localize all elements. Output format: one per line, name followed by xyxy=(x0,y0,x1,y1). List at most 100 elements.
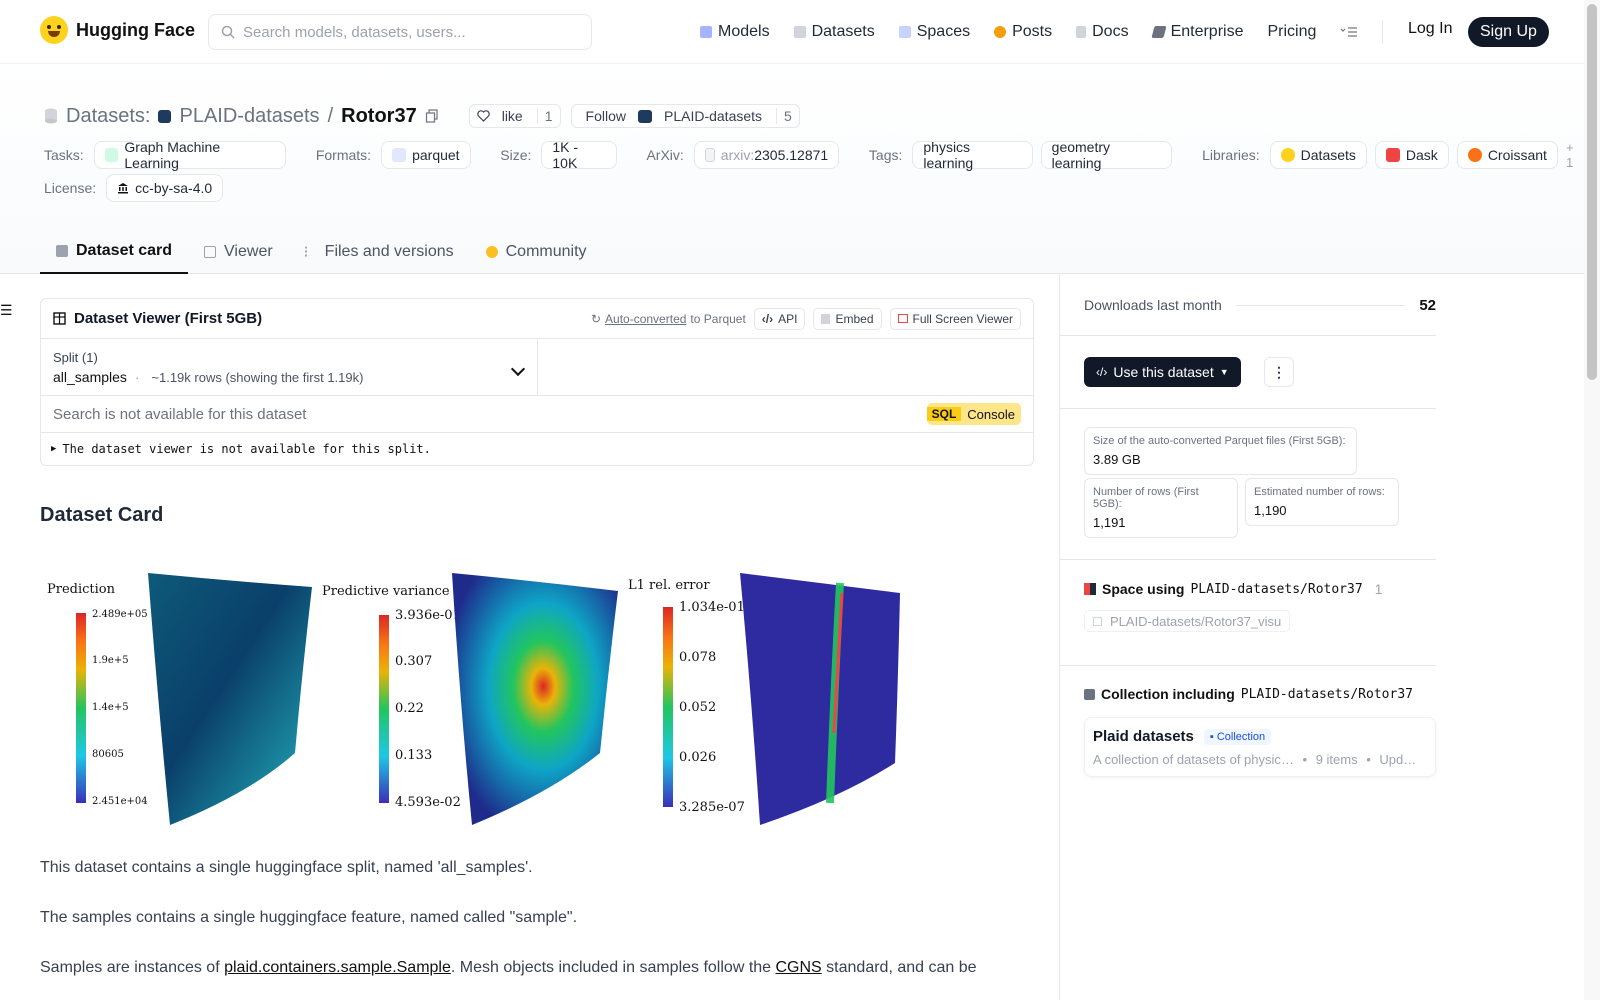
models-icon xyxy=(700,26,712,38)
sidebar-divider xyxy=(1060,408,1436,409)
code-icon: ‹/› xyxy=(761,311,774,326)
size-tag[interactable]: 1K - 10K xyxy=(541,139,617,171)
panel-3-tick-1: 0.078 xyxy=(679,650,716,665)
arxiv-label: ArXiv: xyxy=(646,147,684,163)
kebab-icon: ⋮ xyxy=(1272,363,1286,380)
tab-dataset-card[interactable]: Dataset card xyxy=(40,230,189,274)
fullscreen-button[interactable]: Full Screen Viewer xyxy=(889,307,1021,330)
tab-viewer[interactable]: Viewer xyxy=(188,230,289,274)
tab-files[interactable]: Files and versions xyxy=(289,230,470,274)
api-button[interactable]: ‹/› API xyxy=(753,307,806,330)
follow-button[interactable]: Follow PLAID-datasets 5 xyxy=(570,104,800,128)
org-avatar xyxy=(158,109,172,123)
rows-stat: Number of rows (First 5GB): 1,191 xyxy=(1084,478,1238,538)
tag-physics-learning[interactable]: physics learning xyxy=(912,139,1033,171)
panel-3-title: L1 rel. error xyxy=(628,578,710,593)
collection-card[interactable]: Plaid datasets ▪ Collection A collection… xyxy=(1084,717,1436,777)
panel-2-title: Predictive variance xyxy=(322,584,450,599)
library-dask[interactable]: Dask xyxy=(1374,141,1449,169)
split-selector[interactable]: Split (1) all_samples · ~1.19k rows (sho… xyxy=(41,339,538,395)
panel-1-tick-2: 1.4e+5 xyxy=(92,702,129,713)
nav-more-menu[interactable] xyxy=(1340,26,1358,38)
auto-converted-link[interactable]: Auto-converted xyxy=(605,312,686,326)
refresh-icon: ↻ xyxy=(590,311,602,326)
nav-enterprise-label: Enterprise xyxy=(1170,23,1244,40)
nav-docs-label: Docs xyxy=(1092,23,1129,40)
breadcrumb: Datasets: PLAID-datasets / Rotor37 like … xyxy=(44,104,800,128)
sample-class-link[interactable]: plaid.containers.sample.Sample xyxy=(224,959,451,976)
follow-org: PLAID-datasets xyxy=(663,108,763,124)
nav-posts[interactable]: Posts xyxy=(994,23,1052,41)
tab-community[interactable]: Community xyxy=(470,230,603,274)
arxiv-prefix: arxiv: xyxy=(720,147,755,163)
more-options-button[interactable]: ⋮ xyxy=(1264,357,1294,387)
library-croissant[interactable]: Croissant xyxy=(1456,141,1558,169)
repo-tabs: Dataset card Viewer Files and versions C… xyxy=(40,230,603,274)
formats-label: Formats: xyxy=(315,147,372,163)
libraries-more[interactable]: + 1 xyxy=(1566,140,1584,170)
sidebar-divider xyxy=(1060,335,1436,336)
license-label: License: xyxy=(44,180,97,196)
license-tag[interactable]: cc-by-sa-4.0 xyxy=(106,174,224,202)
cgns-link[interactable]: CGNS xyxy=(776,959,822,976)
signup-button[interactable]: Sign Up xyxy=(1468,17,1549,47)
nav-docs[interactable]: Docs xyxy=(1076,23,1129,41)
brand-name: Hugging Face xyxy=(76,19,196,40)
nav-models[interactable]: Models xyxy=(700,23,770,41)
toc-toggle-icon[interactable]: ☰ xyxy=(0,302,13,319)
nav-datasets[interactable]: Datasets xyxy=(793,23,875,41)
use-dataset-button[interactable]: ‹/› Use this dataset ▼ xyxy=(1084,357,1241,387)
panel-1-tick-0: 2.489e+05 xyxy=(92,609,148,620)
follow-org-avatar xyxy=(637,109,652,123)
panel-3-tick-3: 0.026 xyxy=(679,750,716,765)
space-chip-icon xyxy=(1093,616,1102,626)
format-tag[interactable]: parquet xyxy=(381,141,471,169)
tab-viewer-label: Viewer xyxy=(224,243,273,260)
space-chip[interactable]: PLAID-datasets/Rotor37_visu xyxy=(1084,610,1291,632)
size-text: 1K - 10K xyxy=(552,139,579,171)
brand-logo[interactable]: Hugging Face xyxy=(40,16,195,44)
tag-physics-text: physics learning xyxy=(923,139,974,171)
arxiv-tag[interactable]: arxiv: 2305.12871 xyxy=(693,141,840,169)
tag-geometry-text: geometry learning xyxy=(1051,139,1111,171)
crumb-datasets[interactable]: Datasets: xyxy=(66,105,150,128)
viewer-not-available[interactable]: ▶ The dataset viewer is not available fo… xyxy=(41,433,1033,465)
task-tag[interactable]: Graph Machine Learning xyxy=(93,139,287,171)
sql-console-label: Console xyxy=(967,406,1015,422)
scrollbar-thumb[interactable] xyxy=(1587,4,1597,380)
license-text: cc-by-sa-4.0 xyxy=(135,180,213,196)
search-input[interactable] xyxy=(243,23,563,41)
nav-enterprise[interactable]: Enterprise xyxy=(1150,23,1244,41)
sql-console-button[interactable]: SQL Console xyxy=(926,403,1021,425)
panel-2-tick-0: 3.936e-01 xyxy=(395,608,461,623)
global-search[interactable] xyxy=(208,14,592,50)
library-datasets[interactable]: Datasets xyxy=(1269,141,1367,169)
login-button[interactable]: Log In xyxy=(1408,20,1452,38)
tag-geometry-learning[interactable]: geometry learning xyxy=(1040,139,1173,171)
panel-2-tick-3: 0.133 xyxy=(395,748,432,763)
panel-3-tick-2: 0.052 xyxy=(679,700,716,715)
para3-text-b: . Mesh objects included in samples follo… xyxy=(450,959,776,976)
nav-pricing-label: Pricing xyxy=(1267,23,1317,40)
repo-name[interactable]: Rotor37 xyxy=(341,105,417,128)
like-label: like xyxy=(501,108,523,124)
search-icon xyxy=(221,25,235,39)
panel-1-title: Prediction xyxy=(47,582,116,597)
copy-icon[interactable] xyxy=(425,109,439,123)
nav-pricing[interactable]: Pricing xyxy=(1267,23,1316,41)
paper-icon xyxy=(704,148,715,162)
disclosure-triangle-icon: ▶ xyxy=(51,444,57,454)
crumb-org[interactable]: PLAID-datasets xyxy=(179,105,319,128)
downloads-sparkline xyxy=(1235,304,1406,306)
like-button[interactable]: like 1 xyxy=(468,104,561,128)
panel-2-blade xyxy=(452,573,618,825)
embed-label: Embed xyxy=(835,311,874,326)
menu-list-icon xyxy=(1340,27,1358,37)
nav-spaces[interactable]: Spaces xyxy=(898,23,970,41)
embed-button[interactable]: Embed xyxy=(813,307,882,330)
split-rows: ~1.19k rows (showing the first 1.19k) xyxy=(151,370,364,385)
collection-desc: A collection of datasets of physic… xyxy=(1093,752,1294,767)
panel-3-tick-0: 1.034e-01 xyxy=(679,600,745,615)
to-parquet-text: to Parquet xyxy=(690,311,746,326)
bank-icon xyxy=(118,183,129,194)
